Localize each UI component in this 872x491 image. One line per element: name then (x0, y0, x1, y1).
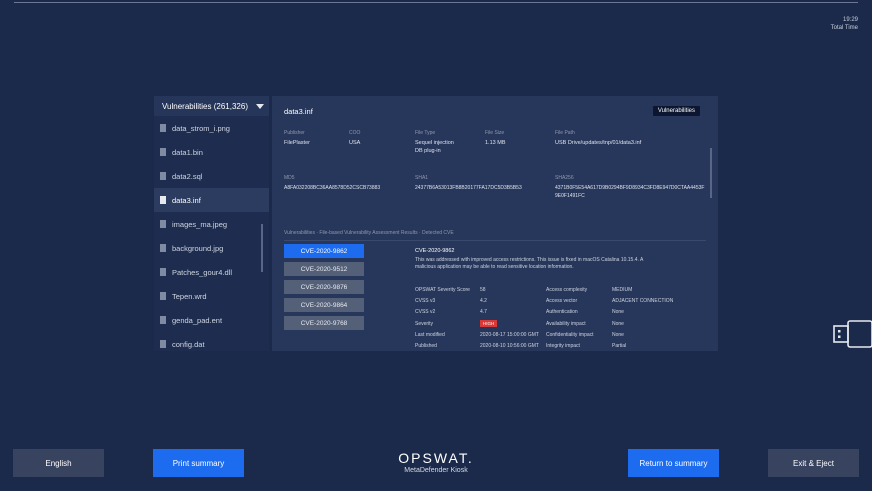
file-icon (160, 268, 166, 276)
exit-eject-button[interactable]: Exit & Eject (768, 449, 859, 477)
file-list-item[interactable]: data2.sql (154, 164, 269, 188)
published-label: Published (415, 343, 437, 349)
cve-button[interactable]: CVE-2020-9862 (284, 244, 364, 258)
file-name-label: images_ma.jpeg (172, 219, 228, 229)
vector-label: Access vector (546, 298, 578, 304)
cve-list: CVE-2020-9862 CVE-2020-9512 CVE-2020-9876 C… (284, 244, 364, 334)
file-icon (160, 148, 166, 156)
sha256-value: 4371B0F5E54A617D9B0294BF9D8934C3FD8E947D… (555, 185, 705, 199)
severity-badge: HIGH (480, 320, 498, 327)
avail-value: None (612, 321, 624, 327)
file-list-item[interactable]: data_strom_i.png (154, 116, 269, 140)
file-name-label: Patches_gour4.dll (172, 267, 233, 277)
integ-label: Integrity impact (546, 343, 580, 349)
file-name-label: Tepen.wrd (172, 291, 207, 301)
file-name-label: genda_pad.ent (172, 315, 223, 325)
time-value: 19:29 (842, 17, 858, 23)
cvss3-value: 4.2 (480, 298, 487, 304)
vector-value: ADJACENT CONNECTION (612, 298, 674, 304)
file-name-label: config.dat (172, 339, 205, 349)
cve-title: CVE-2020-9862 (415, 248, 455, 254)
file-name-label: data3.inf (172, 195, 201, 205)
details-scrollbar[interactable] (710, 148, 712, 198)
file-list-item[interactable]: background.jpg (154, 236, 269, 260)
coo-label: COO (349, 130, 361, 136)
file-list-scrollbar[interactable] (261, 224, 263, 272)
auth-label: Authentication (546, 309, 578, 315)
vulnerabilities-dropdown[interactable]: Vulnerabilities (261,326) (154, 96, 269, 116)
integ-value: Partial (612, 343, 627, 349)
file-name-label: background.jpg (172, 243, 224, 253)
file-list-item[interactable]: data1.bin (154, 140, 269, 164)
cve-button[interactable]: CVE-2020-9768 (284, 316, 364, 330)
published-value: 2020-08-10 10:56:00 GMT (480, 343, 539, 349)
product-name: MetaDefender Kiosk (404, 467, 468, 474)
file-details-panel: data3.inf Vulnerabilities Publisher File… (272, 96, 718, 351)
file-list-item[interactable]: images_ma.jpeg (154, 212, 269, 236)
auth-value: None (612, 309, 624, 315)
sha1-label: SHA1 (415, 175, 429, 181)
cve-description: This was addressed with improved access … (415, 257, 644, 270)
score-value: 58 (480, 287, 486, 293)
coo-value: USA (349, 140, 361, 146)
total-time: 19:29 Total Time (831, 16, 858, 32)
cve-button[interactable]: CVE-2020-9876 (284, 280, 364, 294)
file-name: data3.inf (284, 107, 313, 116)
md5-label: MD5 (284, 175, 295, 181)
file-name-label: data_strom_i.png (172, 123, 230, 133)
file-icon (160, 340, 166, 348)
results-breadcrumb: Vulnerabilities · File-based Vulnerabili… (284, 230, 454, 236)
md5-value: A8FA032208BC36AA8578D52CSCB73883 (284, 185, 381, 191)
file-icon (160, 124, 166, 132)
filepath-label: File Path (555, 130, 575, 136)
file-name-label: data1.bin (172, 147, 203, 157)
cve-button[interactable]: CVE-2020-9864 (284, 298, 364, 312)
publisher-label: Publisher (284, 130, 305, 136)
file-icon (160, 316, 166, 324)
file-icon (160, 196, 166, 204)
cve-button[interactable]: CVE-2020-9512 (284, 262, 364, 276)
cvss2-label: CVSS v2 (415, 309, 436, 315)
complexity-label: Access complexity (546, 287, 588, 293)
divider (284, 240, 706, 241)
top-progress-line (14, 2, 858, 3)
file-icon (160, 220, 166, 228)
file-list-item[interactable]: Tepen.wrd (154, 284, 269, 308)
file-name-label: data2.sql (172, 171, 203, 181)
publisher-value: FilePlaster (284, 140, 310, 146)
modified-label: Last modified (415, 332, 445, 338)
filesize-value: 1.13 MB (485, 140, 506, 146)
opswat-logo: OPSWAT. MetaDefender Kiosk (0, 450, 872, 474)
dropdown-label: Vulnerabilities (261,326) (162, 101, 248, 111)
avail-label: Availability impact (546, 321, 586, 327)
chevron-down-icon (255, 103, 264, 109)
severity-label: Severity (415, 321, 434, 327)
modified-value: 2020-08-17 15:00:00 GMT (480, 332, 539, 338)
file-icon (160, 292, 166, 300)
score-label: OPSWAT Severity Score (415, 287, 470, 293)
file-list-item[interactable]: config.dat (154, 332, 269, 351)
time-label: Total Time (830, 25, 858, 31)
complexity-value: MEDIUM (612, 287, 633, 293)
filepath-value: USB Drive/updates/tnp/01/data3.inf (555, 140, 642, 146)
conf-value: None (612, 332, 624, 338)
file-list-item[interactable]: data3.inf (154, 188, 269, 212)
brand-name: OPSWAT. (398, 450, 474, 466)
filesize-label: File Size (485, 130, 505, 136)
file-list-item[interactable]: genda_pad.ent (154, 308, 269, 332)
usb-drive-icon (833, 320, 872, 348)
conf-label: Confidentiality impact (546, 332, 594, 338)
file-icon (160, 244, 166, 252)
filetype-label: File Type (415, 130, 436, 136)
file-list-panel: Vulnerabilities (261,326) data_strom_i.p… (154, 96, 269, 351)
file-list-item[interactable]: Patches_gour4.dll (154, 260, 269, 284)
filetype-value: Sequel injection DB plug-in (415, 140, 454, 154)
vulnerabilities-badge: Vulnerabilities (652, 106, 700, 116)
cvss2-value: 4.7 (480, 309, 487, 315)
sha256-label: SHA256 (555, 175, 574, 181)
return-to-summary-button[interactable]: Return to summary (628, 449, 719, 477)
sha1-value: 24377B6A53013FB8B20177FA17DC5D3B5B53 (415, 185, 522, 191)
cvss3-label: CVSS v3 (415, 298, 436, 304)
file-icon (160, 172, 166, 180)
